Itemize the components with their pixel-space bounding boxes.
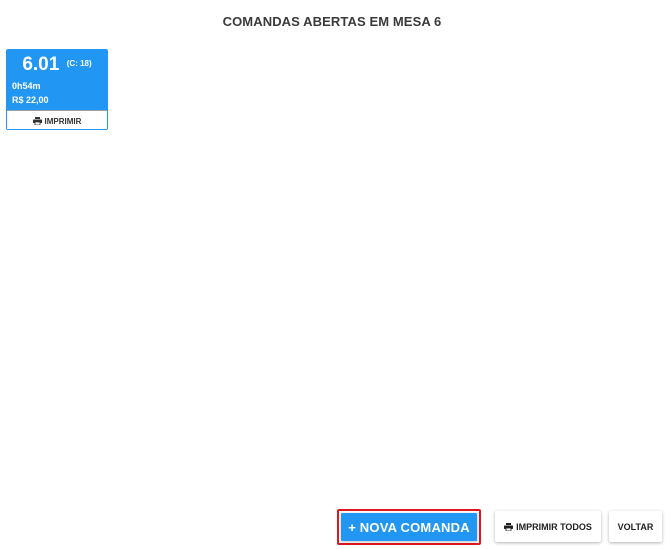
print-all-button[interactable]: IMPRIMIR TODOS — [495, 511, 601, 542]
comanda-total: R$ 22,00 — [12, 95, 49, 105]
printer-icon — [504, 522, 514, 531]
comanda-number: 6.01 — [22, 54, 60, 75]
comanda-elapsed-time: 0h54m — [12, 81, 41, 91]
page-title: COMANDAS ABERTAS EM MESA 6 — [222, 14, 442, 29]
new-comanda-button[interactable]: + NOVA COMANDA — [341, 513, 477, 541]
comanda-card-header: 6.01 (C: 18) — [7, 54, 107, 76]
comanda-card-body[interactable]: 6.01 (C: 18) 0h54m R$ 22,00 — [7, 50, 107, 110]
comanda-counter: (C: 18) — [66, 59, 92, 68]
print-all-label: IMPRIMIR TODOS — [516, 521, 592, 532]
back-button[interactable]: VOLTAR — [609, 511, 662, 542]
comanda-print-label: IMPRIMIR — [44, 116, 82, 126]
new-comanda-highlight: + NOVA COMANDA — [337, 509, 481, 545]
page: COMANDAS ABERTAS EM MESA 6 6.01 (C: 18) … — [0, 0, 670, 549]
comanda-print-button[interactable]: IMPRIMIR — [7, 110, 107, 129]
comanda-card[interactable]: 6.01 (C: 18) 0h54m R$ 22,00 IMPRIMIR — [6, 49, 108, 130]
printer-icon — [32, 117, 42, 125]
